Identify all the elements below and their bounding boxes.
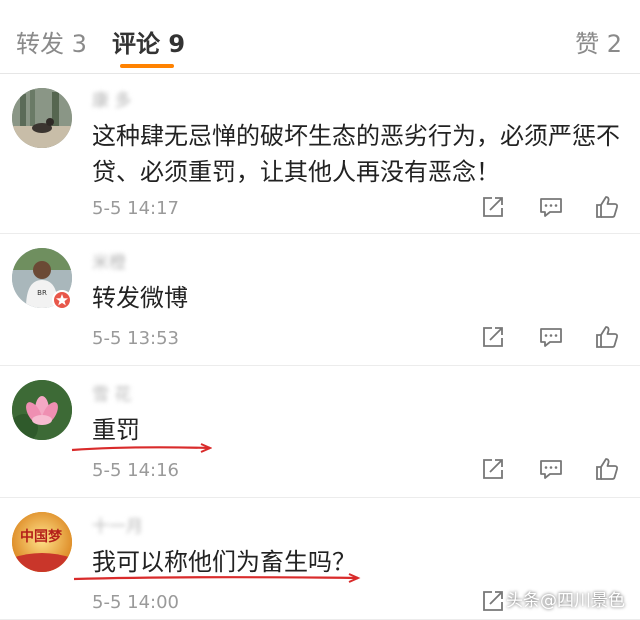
- share-icon[interactable]: [480, 194, 506, 220]
- comment-username[interactable]: 十一月: [92, 512, 143, 537]
- comment-timestamp: 5-5 14:16: [92, 460, 179, 481]
- like-icon[interactable]: [594, 456, 620, 482]
- comment-text: 我可以称他们为畜生吗？: [92, 548, 356, 576]
- comment-item: BR 米橙 转发微博 5-5 13:53: [0, 234, 640, 366]
- comment-text: 这种肆无忌惮的破坏生态的恶劣行为，必须严惩不贷、必须重罚，让其他人再没有恶念！: [92, 122, 620, 186]
- comment-item: 康 多 这种肆无忌惮的破坏生态的恶劣行为，必须严惩不贷、必须重罚，让其他人再没有…: [0, 74, 640, 261]
- comment-icon[interactable]: [538, 194, 564, 220]
- watermark: 头条@四川景色: [506, 591, 625, 611]
- tab-comments[interactable]: 评论 9: [112, 24, 185, 59]
- comment-tabs: 转发 3 评论 9 赞 2: [0, 0, 640, 74]
- like-icon[interactable]: [594, 324, 620, 350]
- comment-actions: [480, 456, 624, 484]
- tab-reposts[interactable]: 转发 3: [16, 24, 87, 59]
- verified-badge-icon: [52, 290, 72, 310]
- tab-likes[interactable]: 赞 2: [575, 24, 622, 59]
- avatar[interactable]: 中国梦: [12, 512, 72, 572]
- comment-username[interactable]: 雪 花: [92, 380, 131, 405]
- comment-timestamp: 5-5 14:00: [92, 592, 179, 613]
- comment-actions: [480, 194, 624, 222]
- comment-timestamp: 5-5 14:17: [92, 198, 179, 219]
- comment-actions: [480, 324, 624, 352]
- comment-username[interactable]: 康 多: [92, 86, 131, 111]
- active-tab-indicator: [120, 64, 174, 68]
- avatar-text: 中国梦: [20, 529, 62, 545]
- share-icon[interactable]: [480, 324, 506, 350]
- comment-username[interactable]: 米橙: [92, 248, 126, 273]
- comment-icon[interactable]: [538, 324, 564, 350]
- avatar-image: [12, 380, 72, 440]
- share-icon[interactable]: [480, 456, 506, 482]
- avatar[interactable]: [12, 88, 72, 148]
- comment-text: 转发微博: [92, 284, 188, 312]
- comment-item: 雪 花 重罚 5-5 14:16: [0, 366, 640, 498]
- svg-text:BR: BR: [37, 289, 47, 297]
- share-icon[interactable]: [480, 588, 506, 614]
- comment-timestamp: 5-5 13:53: [92, 328, 179, 349]
- like-icon[interactable]: [594, 194, 620, 220]
- comment-icon[interactable]: [538, 456, 564, 482]
- avatar[interactable]: [12, 380, 72, 440]
- avatar-image: [12, 88, 72, 148]
- comment-text: 重罚: [92, 416, 140, 444]
